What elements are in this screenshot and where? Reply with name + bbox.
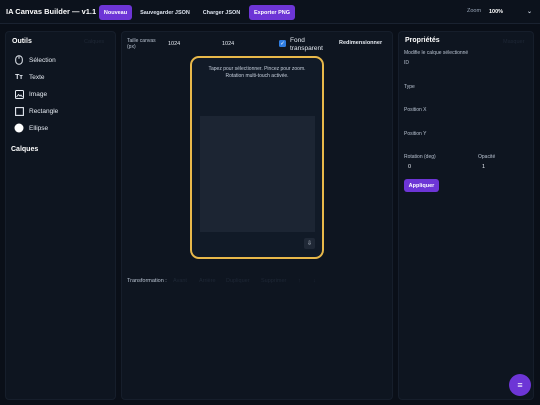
tool-rectangle-label: Rectangle: [29, 107, 59, 115]
transform-label: Transformation :: [127, 278, 167, 284]
opacity-input[interactable]: 1: [482, 164, 485, 170]
id-label: ID: [404, 60, 409, 66]
transform-duplicate-button[interactable]: Dupliquer: [226, 278, 250, 284]
properties-faded-label: Masquer: [503, 39, 525, 45]
transform-down-button[interactable]: ↓: [313, 278, 316, 284]
tool-image[interactable]: Image: [14, 88, 47, 100]
tools-faded-label: Calques: [84, 39, 105, 45]
download-icon[interactable]: ⇩: [304, 238, 315, 249]
canvas-hint: Tapez pour sélectionner. Pincez pour zoo…: [192, 66, 322, 79]
menu-icon[interactable]: ≡: [509, 374, 531, 396]
text-icon: Tт: [15, 73, 23, 81]
zoom-select[interactable]: 100% ⌄: [486, 5, 536, 19]
canvas-size-label: Taille canvas (px): [127, 38, 159, 50]
properties-title: Propriétés: [405, 37, 440, 44]
resize-button[interactable]: Redimensionner: [339, 40, 382, 46]
type-label: Type: [404, 84, 415, 90]
zoom-label: Zoom: [467, 8, 482, 14]
rotation-label: Rotation (deg): [404, 154, 436, 160]
canvas-frame[interactable]: Tapez pour sélectionner. Pincez pour zoo…: [190, 56, 324, 259]
tools-panel: Outils Calques: [5, 31, 116, 400]
tool-selection[interactable]: Sélection: [14, 54, 56, 66]
transform-front-button[interactable]: Avant: [173, 278, 187, 284]
rotation-input[interactable]: 0: [408, 164, 411, 170]
position-x-label: Position X: [404, 107, 427, 113]
tool-selection-label: Sélection: [29, 56, 56, 64]
opacity-label: Opacité: [478, 154, 496, 160]
canvas-height-input[interactable]: 1024: [222, 41, 234, 47]
tools-title: Outils: [12, 38, 32, 45]
canvas-hint-line1: Tapez pour sélectionner. Pincez pour zoo…: [208, 66, 306, 72]
new-button[interactable]: Nouveau: [99, 5, 132, 20]
mouse-icon: [14, 55, 24, 65]
chevron-down-icon: ⌄: [526, 9, 532, 15]
rectangle-icon: [14, 106, 24, 116]
tool-text[interactable]: Tт Texte: [14, 71, 45, 83]
top-bar: IA Canvas Builder — v1.1 Nouveau Sauvega…: [0, 0, 540, 24]
properties-subtitle: Modifie le calque sélectionné: [404, 50, 469, 56]
transparent-checkbox[interactable]: ✓: [279, 40, 286, 47]
canvas-width-input[interactable]: 1024: [168, 41, 180, 47]
save-json-button[interactable]: Sauvegarder JSON: [136, 5, 194, 20]
app-title: IA Canvas Builder — v1.1: [6, 7, 97, 16]
transform-up-button[interactable]: ↑: [298, 278, 301, 284]
ellipse-icon: [14, 123, 24, 133]
canvas-hint-line2: Rotation multi-touch activée.: [225, 72, 289, 79]
transparent-label-text: Fond transparent: [290, 37, 323, 52]
transform-back-button[interactable]: Arrière: [199, 278, 216, 284]
transform-delete-button[interactable]: Supprimer: [261, 278, 286, 284]
transparent-label: Fond transparent: [290, 37, 330, 52]
load-json-button[interactable]: Charger JSON: [199, 5, 244, 20]
canvas-size-label-text: Taille canvas (px): [127, 38, 156, 50]
layers-title: Calques: [11, 146, 39, 153]
properties-panel: Propriétés Masquer: [398, 31, 534, 400]
export-png-button[interactable]: Exporter PNG: [249, 5, 295, 20]
zoom-value: 100%: [489, 9, 504, 15]
tool-rectangle[interactable]: Rectangle: [14, 105, 58, 117]
tool-ellipse-label: Ellipse: [29, 124, 49, 132]
apply-button[interactable]: Appliquer: [404, 179, 439, 192]
drawing-canvas[interactable]: [200, 116, 315, 232]
position-y-label: Position Y: [404, 131, 427, 137]
tool-ellipse[interactable]: Ellipse: [14, 122, 48, 134]
tool-image-label: Image: [29, 90, 48, 98]
tool-text-label: Texte: [29, 73, 45, 81]
image-icon: [14, 89, 24, 99]
